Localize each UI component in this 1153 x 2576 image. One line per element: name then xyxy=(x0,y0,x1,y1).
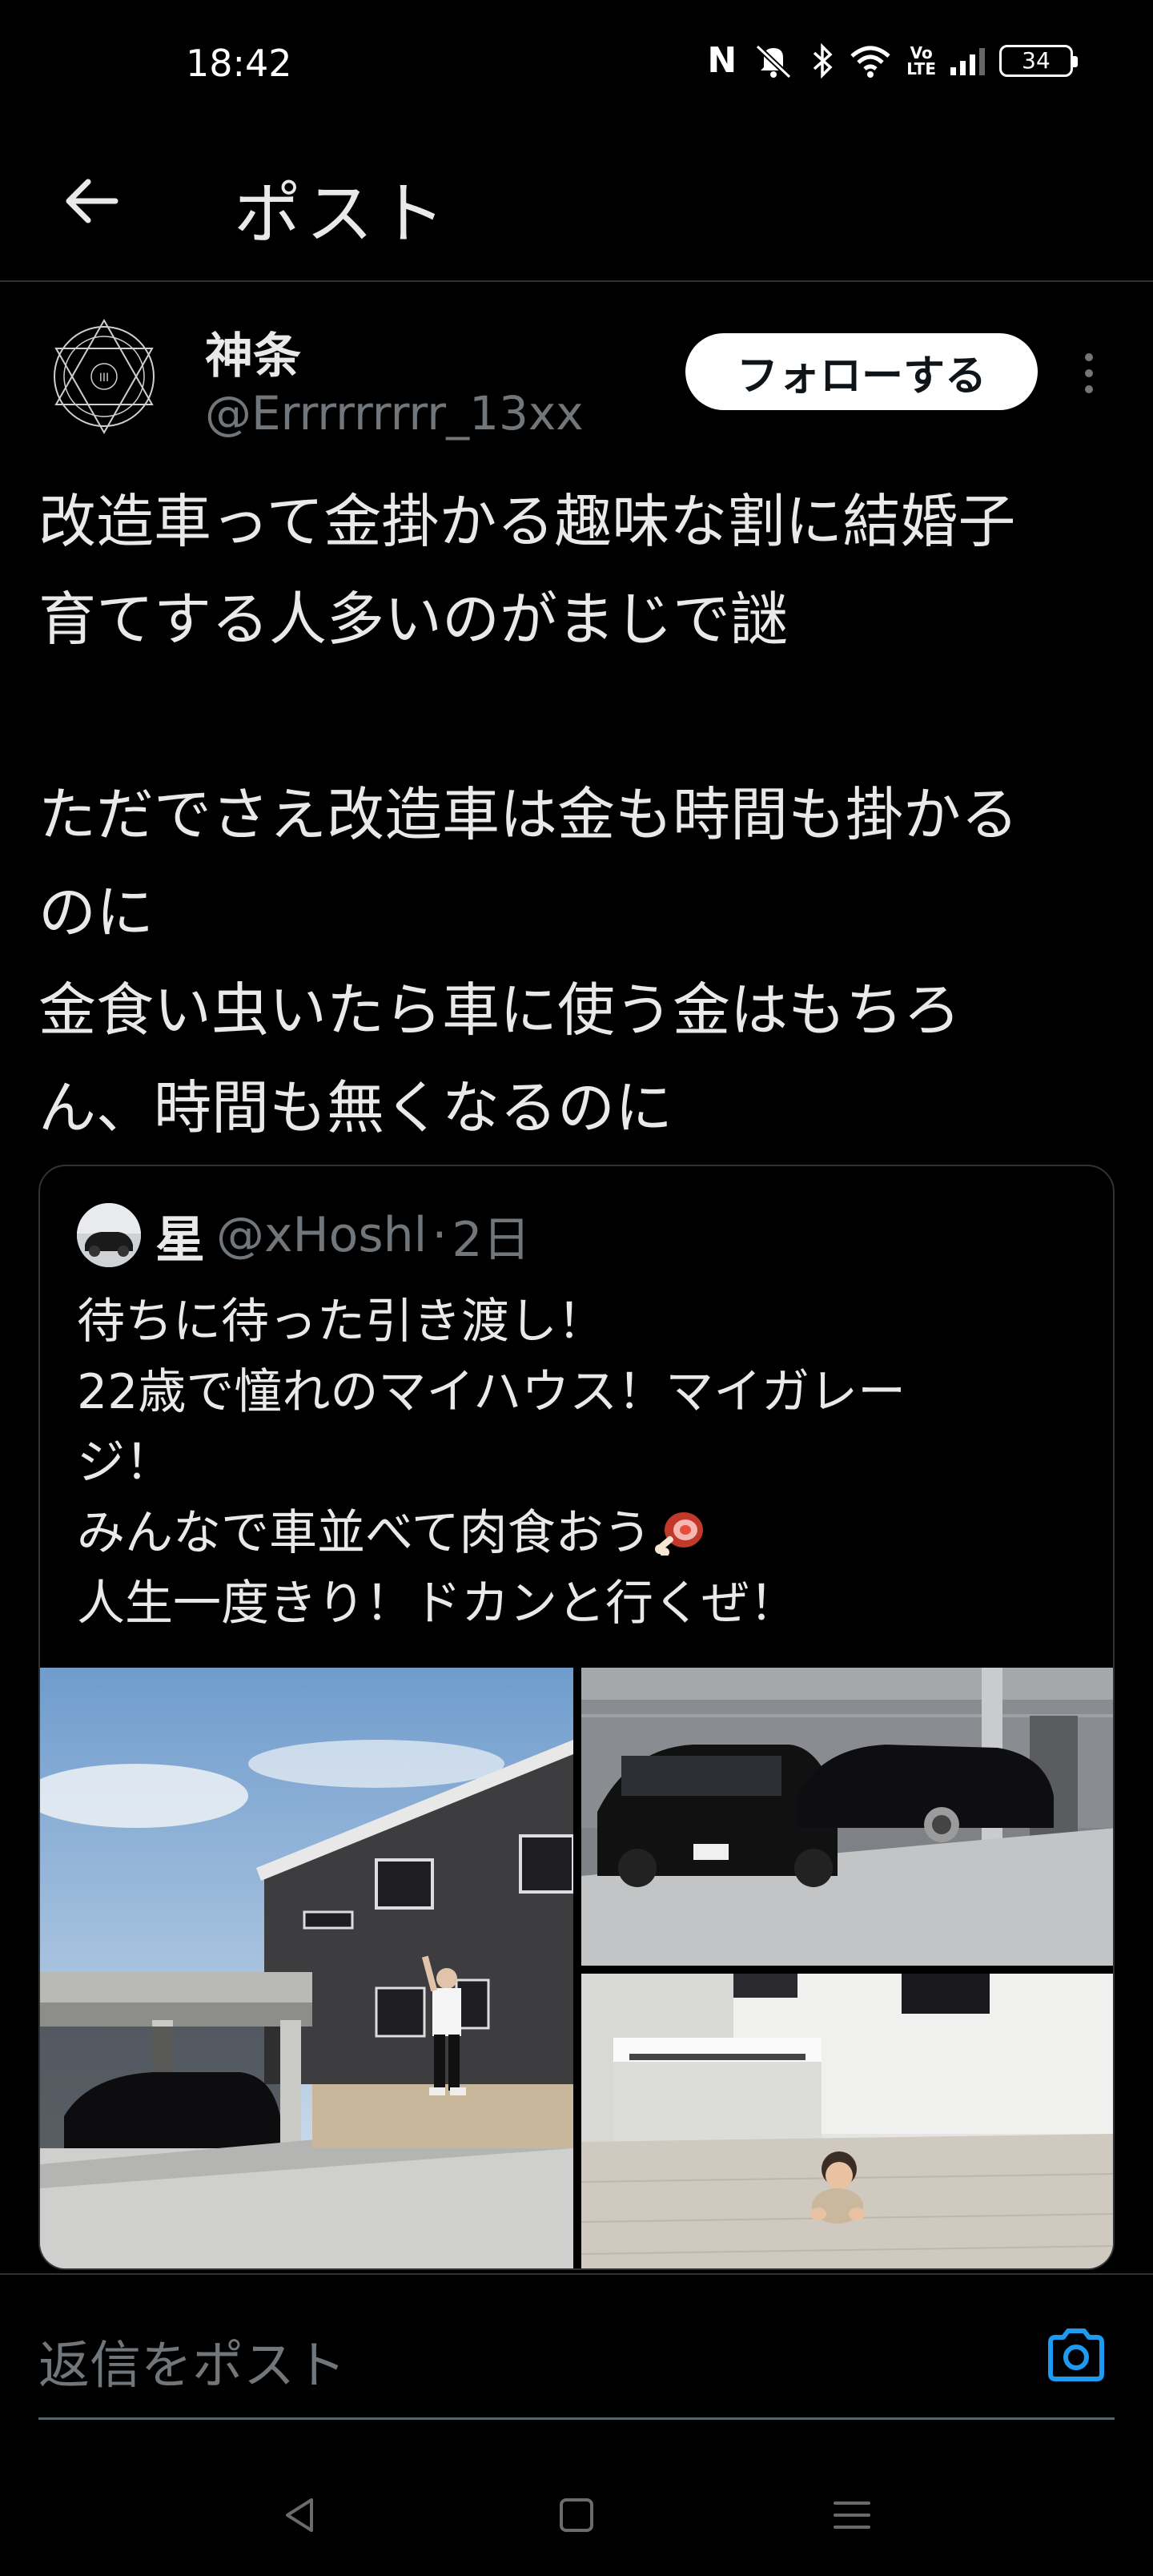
status-icons: N Vo LTE 34 xyxy=(707,40,1078,81)
status-bar: 18:42 N Vo LTE 34 xyxy=(0,0,1153,136)
wifi-icon xyxy=(850,46,890,78)
signal-icon xyxy=(950,46,985,75)
reply-underline xyxy=(38,2417,1115,2420)
dot-separator: · xyxy=(432,1207,448,1263)
quoted-author-avatar xyxy=(77,1203,141,1267)
top-app-bar: ポスト xyxy=(0,136,1153,282)
page-title: ポスト xyxy=(234,175,451,253)
arrow-left-icon xyxy=(66,179,119,223)
system-navigation-bar xyxy=(0,2451,1153,2576)
back-triangle-icon xyxy=(286,2498,313,2532)
quoted-text-part-1: 待ちに待った引き渡し！ 22歳で憧れのマイハウス！マイガレー ジ！ みんなで車並… xyxy=(77,1294,906,1561)
quoted-author-handle: @xHoshl xyxy=(216,1207,428,1263)
author-handle[interactable]: @Errrrrrrrr_13xx xyxy=(205,386,584,441)
author-name[interactable]: 神条 xyxy=(205,317,301,387)
nav-recents-button[interactable] xyxy=(820,2483,884,2547)
cars-in-garage-photo[interactable] xyxy=(581,1668,1115,1966)
status-time: 18:42 xyxy=(186,42,292,85)
tweet-text: 改造車って金掛かる趣味な割に結婚子 育てする人多いのがまじで謎 ただでさえ改造車… xyxy=(38,488,1019,1141)
nav-back-button[interactable] xyxy=(269,2483,333,2547)
nav-home-button[interactable] xyxy=(544,2483,609,2547)
quoted-timestamp: 2日 xyxy=(452,1211,531,1268)
tweet-author-row: III 神条 @Errrrrrrrr_13xx フォローする xyxy=(0,312,1153,457)
baby-on-floor-photo[interactable] xyxy=(581,1974,1115,2270)
reply-bar: 返信をポスト xyxy=(0,2273,1153,2420)
mute-icon xyxy=(755,43,792,78)
battery-level: 34 xyxy=(1022,47,1051,74)
home-square-icon xyxy=(560,2498,593,2532)
follow-button[interactable]: フォローする xyxy=(685,333,1038,410)
bluetooth-icon xyxy=(814,42,833,78)
svg-text:III: III xyxy=(99,372,109,384)
nfc-icon: N xyxy=(707,40,737,81)
quoted-text-part-2: 人生一度きり！ドカンと行くぜ！ xyxy=(77,1576,797,1632)
menu-lines-icon xyxy=(834,2502,870,2529)
back-button[interactable] xyxy=(56,165,128,237)
author-avatar[interactable]: III xyxy=(40,312,168,441)
quoted-tweet-header: 星 @xHoshl · 2日 xyxy=(77,1203,531,1269)
volte-icon: Vo LTE xyxy=(906,42,936,78)
quoted-tweet-card[interactable]: 星 @xHoshl · 2日 待ちに待った引き渡し！ 22歳で憧れのマイハウス！… xyxy=(38,1165,1115,2270)
quoted-tweet-text: 待ちに待った引き渡し！ 22歳で憧れのマイハウス！マイガレー ジ！ みんなで車並… xyxy=(77,1286,1062,1639)
reply-input[interactable]: 返信をポスト xyxy=(38,2324,346,2398)
meat-on-bone-icon xyxy=(654,1512,703,1556)
more-options-icon[interactable] xyxy=(1073,341,1105,405)
quoted-author-name: 星 xyxy=(155,1210,206,1269)
camera-icon[interactable] xyxy=(1043,2321,1110,2389)
media-grid xyxy=(40,1668,1115,2270)
battery-icon: 34 xyxy=(999,44,1078,77)
house-with-garage-photo[interactable] xyxy=(40,1668,573,2270)
